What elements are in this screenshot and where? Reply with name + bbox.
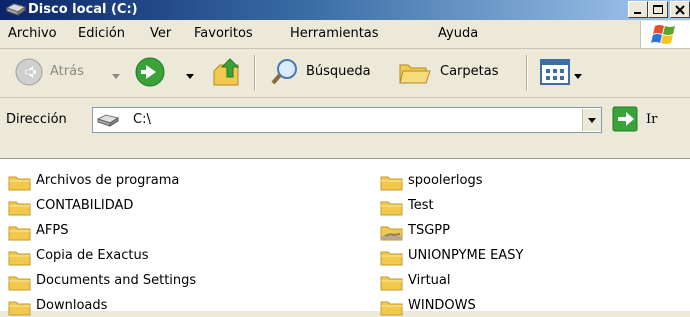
title-bar[interactable]: Disco local (C:) [0,0,690,20]
folder-name: Archivos de programa [36,173,180,188]
file-list: Archivos de programa CONTABILIDAD AFPS C… [0,159,690,316]
menu-bar: Archivo Edición Ver Favoritos Herramient… [0,20,690,49]
folder-icon [380,251,403,266]
up-folder-button[interactable] [210,49,246,97]
search-button[interactable]: Búsqueda [266,49,388,97]
address-value: C:\ [133,112,151,127]
folder-name: UNIONPYME EASY [408,248,524,263]
menu-ver[interactable]: Ver [150,26,171,41]
menu-archivo[interactable]: Archivo [8,26,57,41]
views-button[interactable] [538,49,584,97]
folders-icon [398,57,432,91]
close-button[interactable] [670,1,690,18]
shared-folder-icon [380,226,403,241]
back-label: Atrás [50,64,84,79]
window-title: Disco local (C:) [28,2,138,17]
minimize-button[interactable] [628,1,648,18]
go-label[interactable]: Ir [646,112,657,127]
folder-name: Virtual [408,273,451,288]
folder-name: TSGPP [408,223,450,238]
folder-icon [8,176,31,191]
folder-icon [380,301,403,316]
address-bar: Dirección C:\ Ir [0,98,690,159]
go-button[interactable] [612,105,640,133]
up-folder-icon [212,55,244,93]
views-icon [540,57,572,91]
toolbar-separator [526,55,527,91]
folder-icon [8,301,31,316]
views-dropdown-icon[interactable] [574,69,582,84]
drive-icon [96,113,120,131]
go-arrow-icon [612,106,640,137]
folder-icon [8,226,31,241]
folder-icon [380,176,403,191]
address-label: Dirección [6,112,67,127]
forward-arrow-icon [134,57,166,93]
folder-icon [380,201,403,216]
menu-edicion[interactable]: Edición [78,26,125,41]
back-dropdown-icon[interactable] [112,69,120,84]
folder-name: spoolerlogs [408,173,483,188]
folder-name: Copia de Exactus [36,248,149,263]
folder-icon [380,276,403,291]
maximize-button[interactable] [648,1,668,18]
folder-name: AFPS [36,223,69,238]
drive-icon [5,3,27,16]
folder-name: Documents and Settings [36,273,197,288]
address-input[interactable]: C:\ [92,107,602,133]
folder-icon [8,251,31,266]
folders-label: Carpetas [440,64,499,79]
windows-logo-icon [640,21,690,48]
menu-favoritos[interactable]: Favoritos [194,26,253,41]
toolbar-separator [254,55,255,91]
standard-toolbar: Atrás Búsqueda Carpetas [0,49,690,98]
forward-dropdown-icon[interactable] [186,69,194,84]
folder-name: Test [408,198,434,213]
back-button[interactable]: Atrás [14,49,124,97]
search-icon [270,57,300,91]
back-arrow-icon [14,57,44,91]
search-label: Búsqueda [306,64,371,79]
address-dropdown-button[interactable] [582,109,601,131]
folder-icon [8,201,31,216]
menu-herramientas[interactable]: Herramientas [290,26,379,41]
menu-ayuda[interactable]: Ayuda [438,26,478,41]
forward-button[interactable] [134,49,194,97]
folder-name: CONTABILIDAD [36,198,134,213]
folder-icon [8,276,31,291]
folders-button[interactable]: Carpetas [398,49,518,97]
